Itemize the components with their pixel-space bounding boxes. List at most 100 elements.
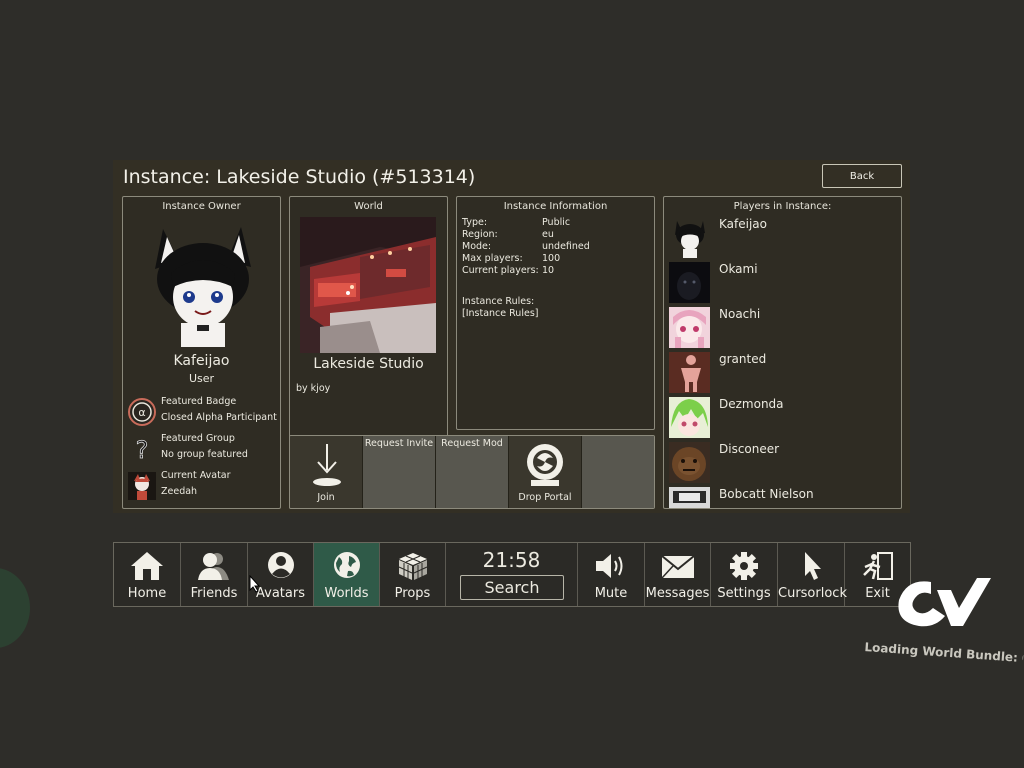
current-avatar-value: Zeedah xyxy=(161,486,198,497)
owner-section-title: Instance Owner xyxy=(162,201,241,212)
player-name: Kafeijao xyxy=(719,217,767,231)
home-button[interactable]: Home xyxy=(114,543,181,606)
info-current-value: 10 xyxy=(542,265,555,276)
info-type-value: Public xyxy=(542,217,571,228)
info-current-row: Current players: 10 xyxy=(462,265,554,277)
friends-icon xyxy=(198,553,229,580)
player-name: Disconeer xyxy=(719,442,780,456)
back-button[interactable]: Back xyxy=(822,164,902,188)
info-rules-value: [Instance Rules] xyxy=(462,308,539,319)
info-type-row: Type: Public xyxy=(462,217,570,229)
home-label: Home xyxy=(127,586,167,601)
player-name: Okami xyxy=(719,262,758,276)
join-icon xyxy=(313,444,341,486)
owner-role: User xyxy=(188,372,215,385)
messages-button[interactable]: Messages xyxy=(645,543,711,606)
info-type-label: Type: xyxy=(462,217,488,228)
info-max-label: Max players: xyxy=(462,253,523,264)
player-name: Dezmonda xyxy=(719,397,784,411)
player-avatar xyxy=(669,262,710,303)
owner-avatar[interactable] xyxy=(141,217,265,347)
info-region-label: Region: xyxy=(462,229,498,240)
instance-info-title: Instance Information xyxy=(503,201,608,212)
player-avatar xyxy=(669,397,710,438)
world-thumbnail[interactable] xyxy=(300,217,436,353)
globe-icon xyxy=(333,552,360,578)
featured-badge-value: Closed Alpha Participant xyxy=(161,412,277,423)
request-invite-button[interactable]: Request Invite xyxy=(363,436,436,508)
clock-time: 21:58 xyxy=(482,548,541,572)
player-row[interactable]: Noachi xyxy=(669,307,897,349)
alpha-badge-icon: α xyxy=(128,398,156,426)
player-name: Noachi xyxy=(719,307,761,321)
settings-button[interactable]: Settings xyxy=(711,543,778,606)
player-row[interactable]: Bobcatt Nielson xyxy=(669,487,897,508)
featured-badge-row: α Featured Badge Closed Alpha Participan… xyxy=(128,396,278,428)
player-row[interactable]: granted xyxy=(669,352,897,394)
gear-icon xyxy=(730,552,758,580)
world-section-title: World xyxy=(354,201,383,212)
player-row[interactable]: Kafeijao xyxy=(669,217,897,259)
cube-icon xyxy=(398,553,427,580)
info-mode-row: Mode: undefined xyxy=(462,241,590,253)
envelope-icon xyxy=(660,555,695,579)
featured-group-title: Featured Group xyxy=(161,433,235,444)
info-region-value: eu xyxy=(542,229,554,240)
player-row[interactable]: Dezmonda xyxy=(669,397,897,439)
world-author: by kjoy xyxy=(296,383,331,394)
owner-name: Kafeijao xyxy=(173,353,230,369)
current-avatar-thumbnail[interactable] xyxy=(128,472,156,500)
info-rules-label: Instance Rules: xyxy=(462,296,535,307)
exit-door-icon xyxy=(862,552,893,580)
players-section-title: Players in Instance: xyxy=(733,201,832,212)
request-mod-button[interactable]: Request Mod xyxy=(436,436,509,508)
background-glow xyxy=(0,568,30,648)
world-name: Lakeside Studio xyxy=(313,356,424,372)
join-button[interactable]: Join xyxy=(290,436,363,508)
player-row[interactable]: Okami xyxy=(669,262,897,304)
cursorlock-button[interactable]: Cursorlock xyxy=(778,543,847,606)
featured-group-value: No group featured xyxy=(161,449,248,460)
mute-label: Mute xyxy=(594,586,628,601)
info-max-value: 100 xyxy=(542,253,561,264)
props-button[interactable]: Props xyxy=(380,543,446,606)
clock-search-area: 21:58 Search xyxy=(446,543,578,606)
svg-text:?: ? xyxy=(136,436,149,463)
avatar-user-icon xyxy=(267,552,294,578)
player-name: granted xyxy=(719,352,767,366)
player-avatar xyxy=(669,352,710,393)
instance-info-card: Instance Information Type: Public Region:… xyxy=(456,196,655,430)
svg-text:α: α xyxy=(138,406,145,419)
question-mark-icon: ? xyxy=(135,436,149,463)
mute-button[interactable]: Mute xyxy=(578,543,645,606)
cursor-arrow-icon xyxy=(805,552,821,580)
cvr-logo-icon xyxy=(898,578,991,627)
portal-icon xyxy=(527,444,563,486)
info-region-row: Region: eu xyxy=(462,229,554,241)
loading-status: Loading World Bundle: 0 xyxy=(864,640,1024,666)
main-menu-bar: Home Friends Avatars Worlds Props 21:58 … xyxy=(113,542,911,607)
current-avatar-title: Current Avatar xyxy=(161,470,231,481)
settings-label: Settings xyxy=(717,586,771,601)
featured-badge-title: Featured Badge xyxy=(161,396,237,407)
info-mode-value: undefined xyxy=(542,241,590,252)
players-card: Players in Instance: Kafeijao Okami Noac… xyxy=(663,196,902,509)
request-mod-label: Request Mod xyxy=(441,438,503,449)
join-label: Join xyxy=(317,492,335,503)
friends-button[interactable]: Friends xyxy=(181,543,248,606)
current-avatar-row: Current Avatar Zeedah xyxy=(128,470,278,502)
drop-portal-button[interactable]: Drop Portal xyxy=(509,436,582,508)
worlds-label: Worlds xyxy=(324,586,369,601)
messages-label: Messages xyxy=(645,586,710,601)
info-mode-label: Mode: xyxy=(462,241,492,252)
player-avatar xyxy=(669,217,710,258)
worlds-button[interactable]: Worlds xyxy=(314,543,380,606)
player-avatar xyxy=(669,307,710,348)
cursorlock-label: Cursorlock xyxy=(778,586,847,601)
player-row[interactable]: Disconeer xyxy=(669,442,897,484)
search-button[interactable]: Search xyxy=(460,575,564,600)
page-title: Instance: Lakeside Studio (#513314) xyxy=(123,166,476,188)
info-current-label: Current players: xyxy=(462,265,539,276)
request-invite-label: Request Invite xyxy=(364,438,434,449)
instance-panel: Instance: Lakeside Studio (#513314) Back… xyxy=(113,160,910,513)
